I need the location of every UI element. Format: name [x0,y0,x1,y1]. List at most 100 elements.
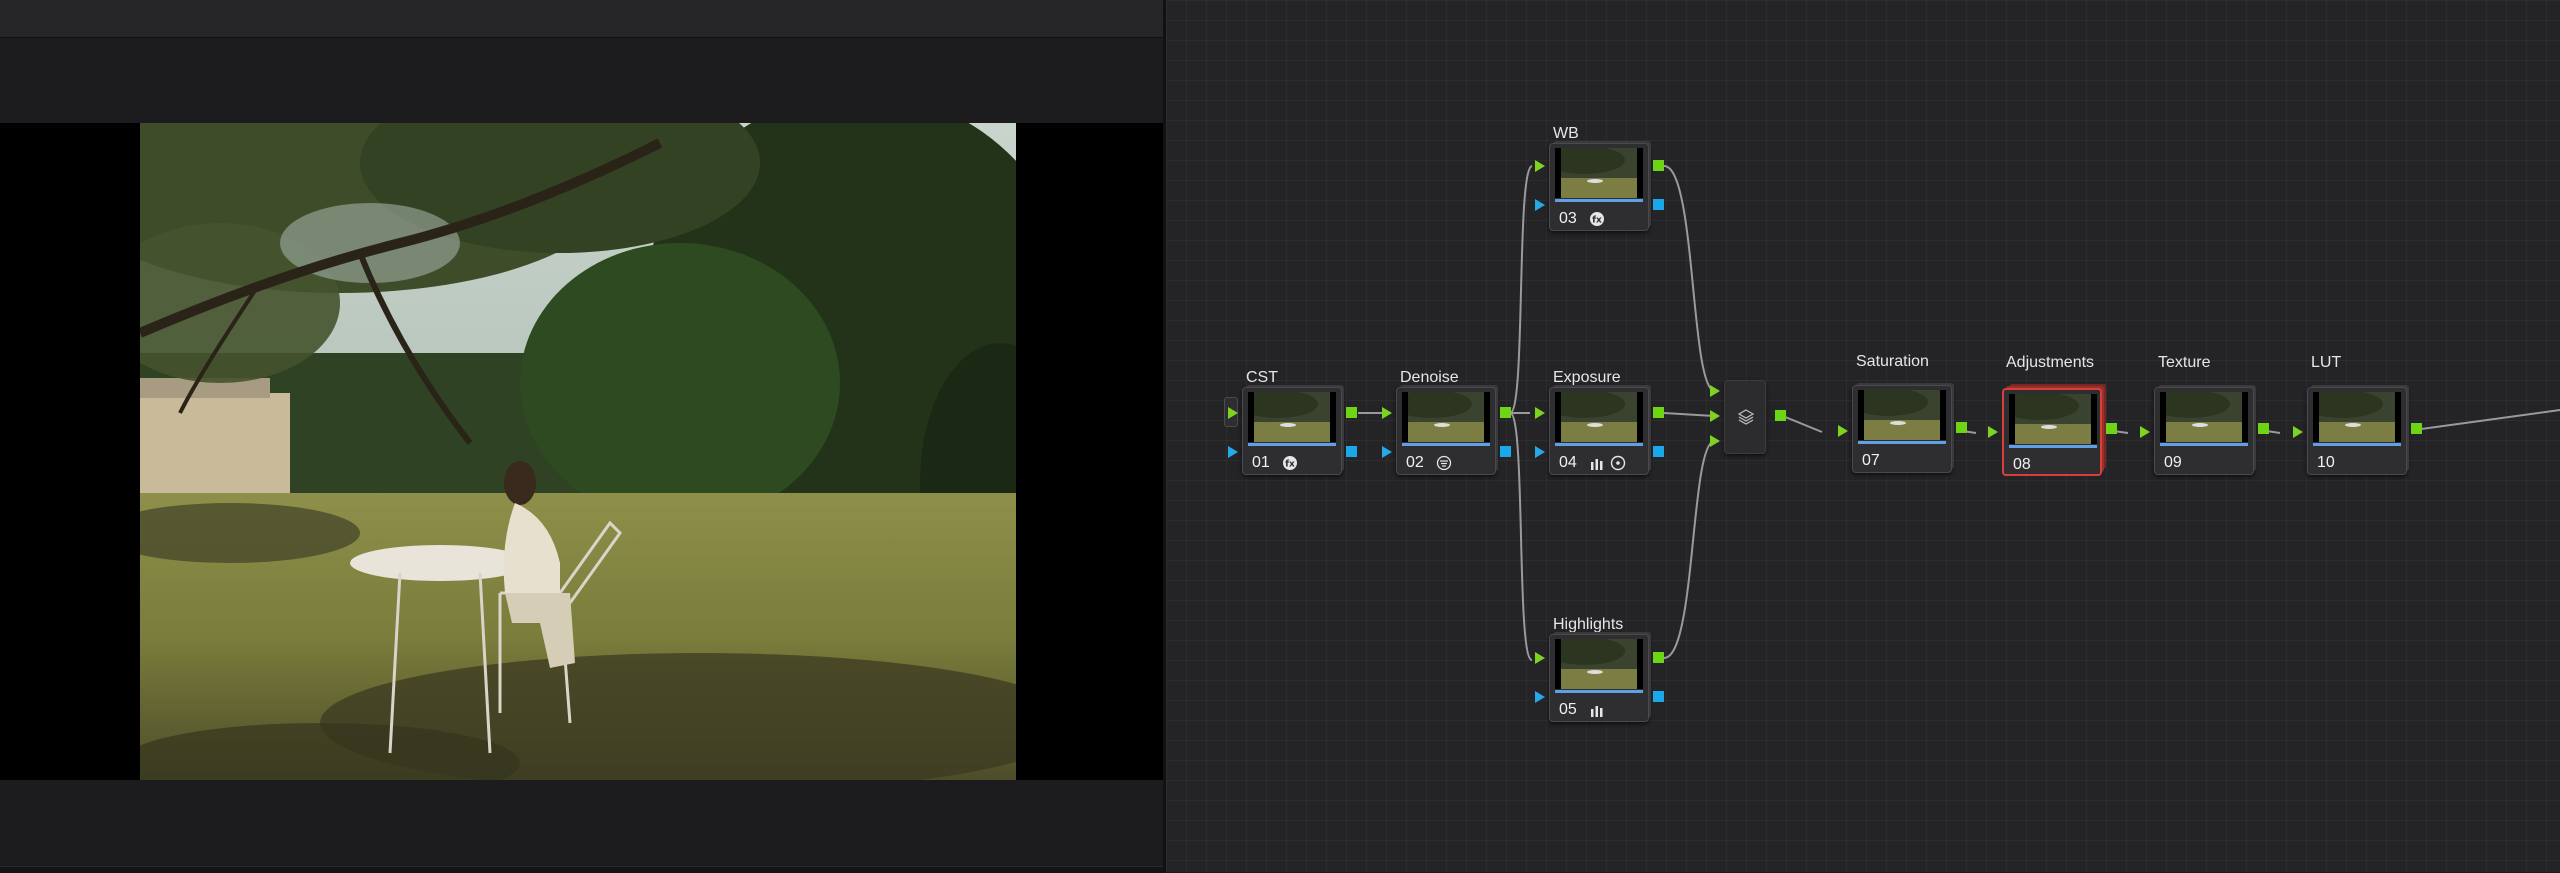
node-graph-panel[interactable]: CST 01 fx Denoise 02 WB 03 fx Exposure 0… [1166,0,2560,872]
alpha-output-port[interactable] [1346,446,1357,457]
node-card[interactable]: 01 fx [1242,387,1342,475]
node-label: WB [1553,125,1579,142]
node-label: Highlights [1553,616,1624,633]
node-bar [1248,443,1336,446]
wire-exposure-mixer [1663,412,1715,417]
node-bar [2313,443,2401,446]
alpha-output-port[interactable] [1653,691,1664,702]
circle-icon [1610,455,1626,471]
fx-icon: fx [1590,212,1604,226]
node-bar [1555,443,1643,446]
rgb-output-port[interactable] [1346,407,1357,418]
node-texture[interactable]: Texture 09 [2140,354,2269,475]
node-bar [1858,441,1946,444]
rgb-input-port[interactable] [1535,407,1545,419]
alpha-output-port[interactable] [1653,446,1664,457]
alpha-input-port[interactable] [1535,199,1545,211]
node-number: 03 [1559,210,1577,227]
node-card[interactable]: 09 [2154,387,2254,475]
rgb-output-port[interactable] [2106,423,2117,434]
rgb-input-port[interactable] [1988,426,1998,438]
node-number: 05 [1559,701,1577,718]
rgb-output-port[interactable] [1653,407,1664,418]
node-lut[interactable]: LUT 10 [2293,354,2422,475]
fx-icon: fx [1283,456,1297,470]
rgb-input-port[interactable] [1838,425,1848,437]
node-card[interactable]: 07 [1852,385,1952,473]
rgb-input-port[interactable] [2293,426,2303,438]
node-card[interactable]: 10 [2307,387,2407,475]
rgb-output-port[interactable] [1956,422,1967,433]
node-label: Saturation [1856,353,1929,370]
layer-mixer-node[interactable] [1724,380,1766,454]
viewer-toolbar [0,0,1163,38]
wire-highlights-mixer [1663,440,1715,659]
wire-lut-output [2413,409,2560,431]
node-label: CST [1246,369,1278,386]
node-label: Texture [2158,354,2211,371]
rgb-output-port[interactable] [1500,407,1511,418]
svg-text:fx: fx [1285,460,1295,470]
wire-denoise-highlights [1509,412,1533,661]
node-number: 10 [2317,454,2335,471]
node-wb[interactable]: WB 03 fx [1535,125,1664,231]
node-card[interactable]: 04 [1549,387,1649,475]
rgb-input-port[interactable] [2140,426,2150,438]
node-thumbnail [1858,390,1946,440]
node-thumbnail [1402,392,1490,442]
mixer-output-port[interactable] [1775,410,1786,421]
node-card[interactable]: 02 [1396,387,1496,475]
alpha-input-port[interactable] [1535,691,1545,703]
node-number: 01 [1252,454,1270,471]
node-card[interactable]: 03 fx [1549,143,1649,231]
viewer-frame[interactable] [140,123,1016,780]
node-label: Adjustments [2006,354,2095,371]
alpha-output-port[interactable] [1653,199,1664,210]
alpha-output-port[interactable] [1500,446,1511,457]
rgb-input-port[interactable] [1535,160,1545,172]
rgb-input-port[interactable] [1382,407,1392,419]
rgb-input-port[interactable] [1228,407,1238,419]
mixer-input-port-1[interactable] [1710,385,1720,397]
alpha-input-port[interactable] [1535,446,1545,458]
node-bar [1555,690,1643,693]
rgb-output-port[interactable] [2258,423,2269,434]
svg-text:fx: fx [1592,216,1602,226]
node-highlights[interactable]: Highlights 05 [1535,616,1664,722]
node-number: 04 [1559,454,1577,471]
rgb-output-port[interactable] [2411,423,2422,434]
node-card[interactable]: 08 [2002,388,2102,476]
rgb-output-port[interactable] [1653,160,1664,171]
node-adjustments[interactable]: Adjustments 08 [1988,354,2117,476]
node-bar [1555,199,1643,202]
node-cst[interactable]: CST 01 fx [1228,369,1357,475]
node-bar [1402,443,1490,446]
node-thumbnail [1248,392,1336,442]
node-thumbnail [1555,392,1643,442]
mixer-input-port-3[interactable] [1710,435,1720,447]
node-saturation[interactable]: Saturation 07 [1838,353,1967,473]
rgb-input-port[interactable] [1535,652,1545,664]
viewer-stage[interactable] [0,123,1163,780]
alpha-input-port[interactable] [1382,446,1392,458]
layers-icon [1737,409,1755,425]
viewer-frame-picture [140,123,1016,780]
alpha-input-port[interactable] [1228,446,1238,458]
node-number: 08 [2013,456,2031,473]
node-denoise[interactable]: Denoise 02 [1382,369,1511,475]
node-exposure[interactable]: Exposure 04 [1535,369,1664,475]
viewer-panel [0,0,1163,873]
node-number: 09 [2164,454,2182,471]
node-bar [2009,445,2097,448]
viewer-footer [0,780,1163,872]
node-label: Denoise [1400,369,1459,386]
rgb-output-port[interactable] [1653,652,1664,663]
curves-bars-icon [1591,459,1603,470]
mixer-input-port-2[interactable] [1710,410,1720,422]
node-card[interactable]: 05 [1549,634,1649,722]
node-thumbnail [2009,394,2097,444]
node-thumbnail [2160,392,2248,442]
node-number: 07 [1862,452,1880,469]
curves-bars-icon [1591,706,1603,717]
node-thumbnail [2313,392,2401,442]
